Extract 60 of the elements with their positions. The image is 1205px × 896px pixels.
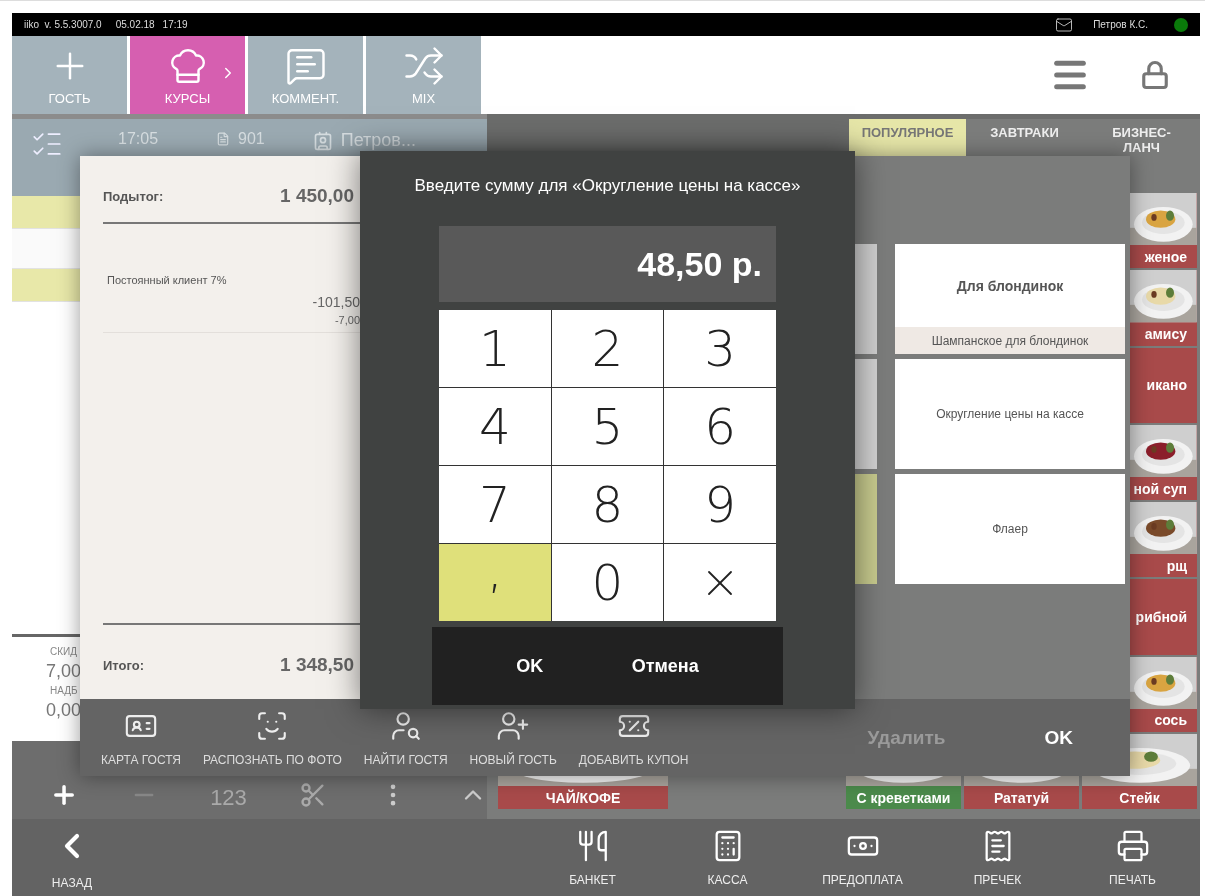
keypad-key[interactable]: ,	[439, 544, 551, 621]
nav-button[interactable]: БАНКЕТ	[525, 829, 660, 887]
keypad-key[interactable]: 8	[551, 466, 664, 543]
discount-button[interactable]: Округление цены на кассе	[895, 359, 1125, 469]
summary-value: 7,00	[45, 661, 82, 682]
lock-icon[interactable]	[1140, 60, 1170, 90]
app-version: iiko v. 5.5.3007.0	[24, 19, 102, 30]
nav-button[interactable]: ПРЕДОПЛАТА	[795, 829, 930, 887]
total-value: 1 348,50	[280, 654, 354, 676]
dialog-button[interactable]: Отмена	[619, 647, 711, 685]
keypad-key[interactable]: 4	[439, 388, 551, 465]
keypad-key[interactable]: 1	[439, 310, 551, 387]
order-time: 17:05	[118, 130, 159, 148]
mail-icon[interactable]	[1055, 15, 1074, 34]
guest-action-button[interactable]: НАЙТИ ГОСТЯ	[352, 708, 459, 767]
discount-title: Для блондинок	[956, 277, 1064, 294]
guest-action-button[interactable]: РАСПОЗНАТЬ ПО ФОТО	[191, 708, 353, 767]
summary-value: 0,00	[45, 700, 82, 721]
waiter-name: Петров...	[340, 130, 416, 151]
back-button[interactable]: НАЗАД	[12, 826, 132, 890]
discount-title: Флаер	[992, 522, 1028, 536]
guest-action-button[interactable]: КАРТА ГОСТЯ	[90, 708, 192, 767]
guest-action-button[interactable]: НОВЫЙ ГОСТЬ	[458, 708, 568, 767]
document-icon	[216, 132, 231, 146]
summary-label: НАДБ	[49, 685, 78, 696]
status-time: 17:19	[162, 19, 188, 30]
nav-button[interactable]: ПЕЧАТЬ	[1065, 829, 1200, 887]
keypad-key[interactable]: 7	[439, 466, 551, 543]
order-number: 901	[238, 130, 265, 148]
discount-amount: -101,50	[312, 294, 360, 310]
keypad-key[interactable]: 9	[664, 466, 776, 543]
keypad-key[interactable]: 5	[551, 388, 664, 465]
keypad-key[interactable]: 0	[551, 544, 664, 621]
ok-button[interactable]: OK	[1032, 718, 1085, 757]
keypad-key[interactable]: 6	[664, 388, 776, 465]
toolbar-button[interactable]: КУРСЫ	[130, 36, 245, 114]
user-name: Петров К.С.	[1093, 19, 1148, 30]
discount-button[interactable]: Флаер	[895, 474, 1125, 584]
total-label: Итого:	[103, 657, 144, 673]
subtotal-value: 1 450,00	[280, 185, 354, 207]
dialog-title: Введите сумму для «Округление цены на кассе»	[414, 176, 801, 196]
status-date: 05.02.18	[115, 19, 155, 30]
shuffle-icon	[402, 44, 445, 87]
product-label: С креветками	[846, 786, 961, 809]
nav-button[interactable]: ПРЕЧЕК	[930, 829, 1065, 887]
amount-value: 48,50 р.	[637, 244, 762, 284]
printer-icon	[1115, 829, 1150, 863]
dialog-button[interactable]: OK	[504, 647, 556, 685]
keypad-key[interactable]: 3	[664, 310, 776, 387]
waiter-icon	[312, 130, 333, 151]
discount-button[interactable]: Для блондинок Шампанское для блондинок	[895, 244, 1125, 354]
discount-title: Округление цены на кассе	[936, 407, 1084, 421]
keypad-key[interactable]: 2	[551, 310, 664, 387]
subtotal-label: Подытог:	[103, 188, 164, 204]
nav-button[interactable]: КАССА	[660, 829, 795, 887]
discount-percent: -7,00	[334, 314, 360, 326]
discount-name: Постоянный клиент 7%	[107, 274, 228, 286]
discount-subtitle: Шампанское для блондинок	[895, 327, 1125, 354]
summary-label: СКИД	[49, 646, 77, 657]
guest-action-button[interactable]: ДОБАВИТЬ КУПОН	[567, 708, 700, 767]
